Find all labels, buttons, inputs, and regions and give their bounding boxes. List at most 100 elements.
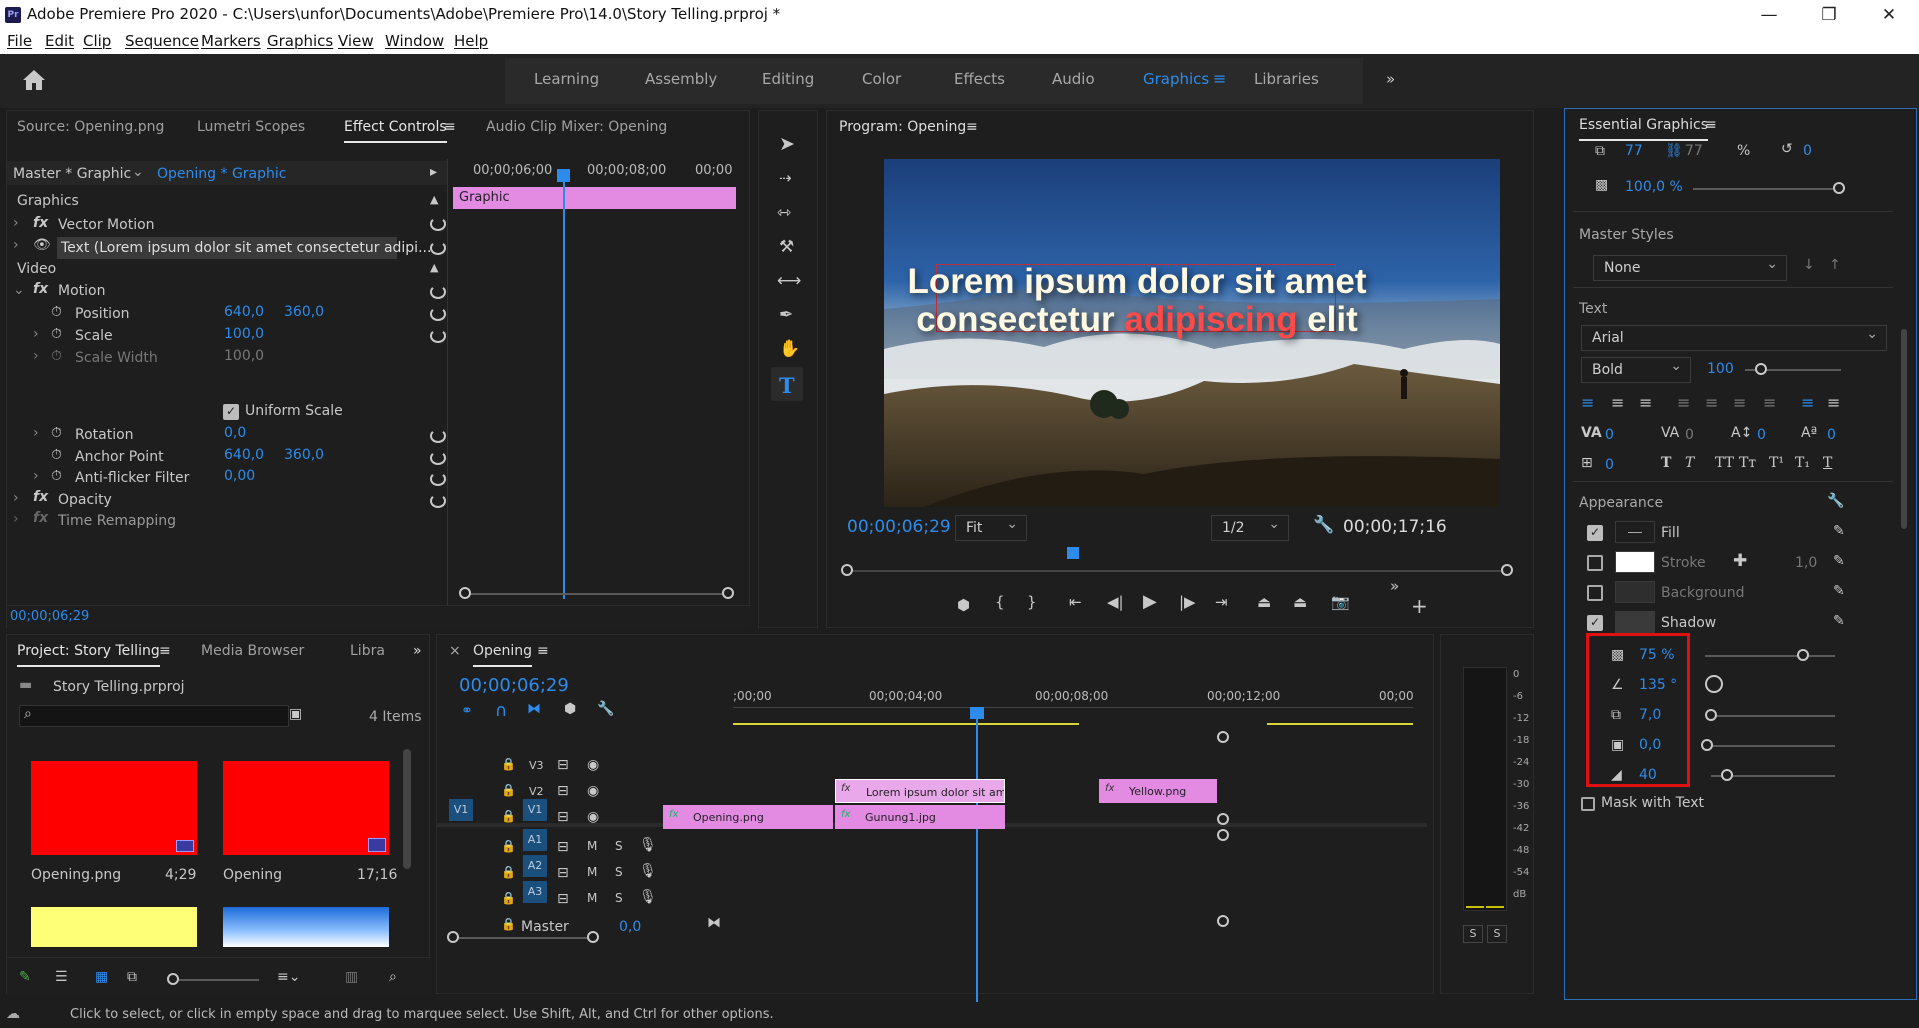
add-marker-icon[interactable]: ⬢ [564, 701, 576, 717]
mute-a3[interactable]: M [587, 891, 597, 905]
menu-view[interactable]: View [338, 32, 374, 50]
add-marker-icon[interactable]: ⬢ [957, 596, 970, 614]
minimize-icon[interactable]: — [1746, 2, 1792, 28]
panel-menu-icon[interactable]: ≡ [966, 119, 978, 135]
faux-bold-icon[interactable]: T [1661, 455, 1671, 471]
anti-flicker-value[interactable]: 0,00 [224, 468, 255, 484]
workspace-audio[interactable]: Audio [1052, 70, 1095, 88]
list-view-icon[interactable]: ☰ [55, 969, 68, 985]
step-forward-icon[interactable]: |▶ [1179, 593, 1196, 611]
workspace-learning[interactable]: Learning [534, 70, 599, 88]
tab-sequence-opening[interactable]: Opening [473, 643, 533, 667]
stroke-checkbox[interactable] [1587, 555, 1603, 571]
linked-selection-icon[interactable]: ⧓ [527, 701, 541, 717]
track-label-a1[interactable]: A1 [523, 829, 547, 851]
menu-window[interactable]: Window [385, 32, 444, 50]
slip-tool-icon[interactable]: ⟷ [777, 271, 801, 291]
scale-value[interactable]: 100,0 [224, 326, 264, 342]
ec-zoom-left-handle[interactable] [459, 587, 471, 599]
timeline-playhead-handle[interactable] [970, 707, 984, 719]
program-monitor-title[interactable]: Program: Opening [839, 119, 966, 135]
kerning-value[interactable]: 0 [1605, 427, 1614, 443]
solo-a1[interactable]: S [615, 839, 623, 853]
program-playhead[interactable] [1067, 547, 1079, 559]
program-timecode[interactable]: 00;00;06;29 [847, 517, 951, 537]
align-left-icon[interactable]: ≡ [1581, 393, 1594, 412]
master-clip-label[interactable]: Master * Graphic [13, 166, 131, 182]
snap-icon[interactable]: ∩ [495, 701, 507, 721]
master-track-value[interactable]: 0,0 [619, 919, 641, 935]
reset-icon[interactable] [430, 472, 446, 486]
selection-tool-icon[interactable]: ➤ [779, 133, 795, 155]
fit-dropdown[interactable]: Fit [955, 515, 1027, 541]
find-icon[interactable]: ⌕ [389, 969, 397, 985]
font-family-dropdown[interactable]: Arial [1581, 325, 1887, 351]
rotation-value[interactable]: 0,0 [224, 425, 246, 441]
play-icon[interactable]: ▶ [1143, 591, 1157, 612]
close-icon[interactable]: × [449, 643, 461, 659]
width-value[interactable]: 77 [1625, 143, 1643, 159]
reset-icon[interactable] [430, 429, 446, 443]
ec-zoom-right-handle[interactable] [722, 587, 734, 599]
anchor-x[interactable]: 640,0 [224, 447, 264, 463]
wrench-icon[interactable]: 🔧 [1313, 515, 1334, 535]
stopwatch-icon[interactable]: ⏱ [51, 447, 62, 463]
shadow-distance-value[interactable]: 7,0 [1639, 707, 1661, 723]
chevron-down-icon[interactable]: ⌄ [132, 164, 144, 180]
shadow-angle-value[interactable]: 135 ° [1639, 677, 1677, 693]
solo-right-button[interactable]: S [1487, 925, 1507, 943]
camera-icon[interactable]: 📷 [1331, 593, 1350, 611]
lift-icon[interactable]: ⏏ [1257, 593, 1271, 611]
work-area-bar[interactable] [733, 723, 1079, 725]
more-tabs-icon[interactable]: » [413, 643, 422, 659]
step-back-icon[interactable]: ◀| [1107, 593, 1124, 611]
clip-text-graphic[interactable]: Lorem ipsum dolor sit amet cons [835, 779, 1005, 803]
panel-menu-icon[interactable]: ≡ [159, 643, 171, 659]
eyedropper-icon[interactable]: ✎ [1833, 553, 1845, 569]
eyedropper-icon[interactable]: ✎ [1833, 613, 1845, 629]
hand-tool-icon[interactable]: ✋ [779, 339, 800, 359]
shadow-opacity-slider[interactable] [1797, 649, 1809, 661]
lock-icon[interactable]: 🔒 [501, 783, 516, 797]
expand-icon[interactable]: › [33, 425, 39, 441]
go-to-end-icon[interactable]: ⧓ [707, 915, 721, 931]
extract-icon[interactable]: ⏏ [1293, 593, 1307, 611]
thumb-yellow-png[interactable] [31, 907, 197, 947]
eg-scrollbar[interactable] [1901, 329, 1907, 529]
appearance-wrench-icon[interactable]: 🔧 [1827, 493, 1844, 509]
sync-lock-icon[interactable]: ⊟ [557, 783, 569, 799]
shadow-blur-value[interactable]: 40 [1639, 767, 1657, 783]
leading-value[interactable]: 0 [1757, 427, 1766, 443]
collapse-icon[interactable]: ▲ [430, 193, 438, 206]
tab-audio-clip-mixer[interactable]: Audio Clip Mixer: Opening [486, 119, 667, 135]
eye-icon[interactable]: 👁 [33, 237, 51, 253]
background-checkbox[interactable] [1587, 585, 1603, 601]
tsume-value[interactable]: 0 [1605, 457, 1614, 473]
small-caps-icon[interactable]: Tᴛ [1739, 455, 1756, 471]
expand-icon[interactable]: ⌄ [13, 282, 25, 298]
eye-icon[interactable]: ◉ [587, 757, 599, 773]
position-x[interactable]: 640,0 [224, 304, 264, 320]
font-size-value[interactable]: 100 [1707, 361, 1734, 377]
eyedropper-icon[interactable]: ✎ [1833, 583, 1845, 599]
font-size-slider[interactable] [1755, 363, 1767, 375]
tab-media-browser[interactable]: Media Browser [201, 643, 304, 659]
microphone-icon[interactable]: 🎙 [639, 889, 657, 905]
track-label-v3[interactable]: V3 [529, 759, 544, 772]
solo-a3[interactable]: S [615, 891, 623, 905]
reset-icon[interactable] [430, 307, 446, 321]
new-bin-icon[interactable]: ▣ [289, 706, 302, 722]
track-label-a3[interactable]: A3 [523, 881, 547, 903]
stopwatch-icon[interactable]: ⏱ [51, 468, 62, 484]
subscript-icon[interactable]: T₁ [1795, 455, 1810, 471]
program-video-frame[interactable]: Lorem ipsum dolor sit amet consectetur a… [884, 159, 1500, 507]
superscript-icon[interactable]: T¹ [1769, 455, 1784, 471]
sync-lock-icon[interactable]: ⊟ [557, 891, 569, 907]
source-patch-v1[interactable]: V1 [449, 799, 473, 821]
track-height-handle[interactable] [1217, 915, 1229, 927]
menu-graphics[interactable]: Graphics [267, 32, 333, 50]
background-swatch[interactable] [1615, 581, 1655, 603]
mute-a2[interactable]: M [587, 865, 597, 879]
tab-source[interactable]: Source: Opening.png [17, 119, 164, 135]
timeline-zoom-right[interactable] [587, 931, 599, 943]
